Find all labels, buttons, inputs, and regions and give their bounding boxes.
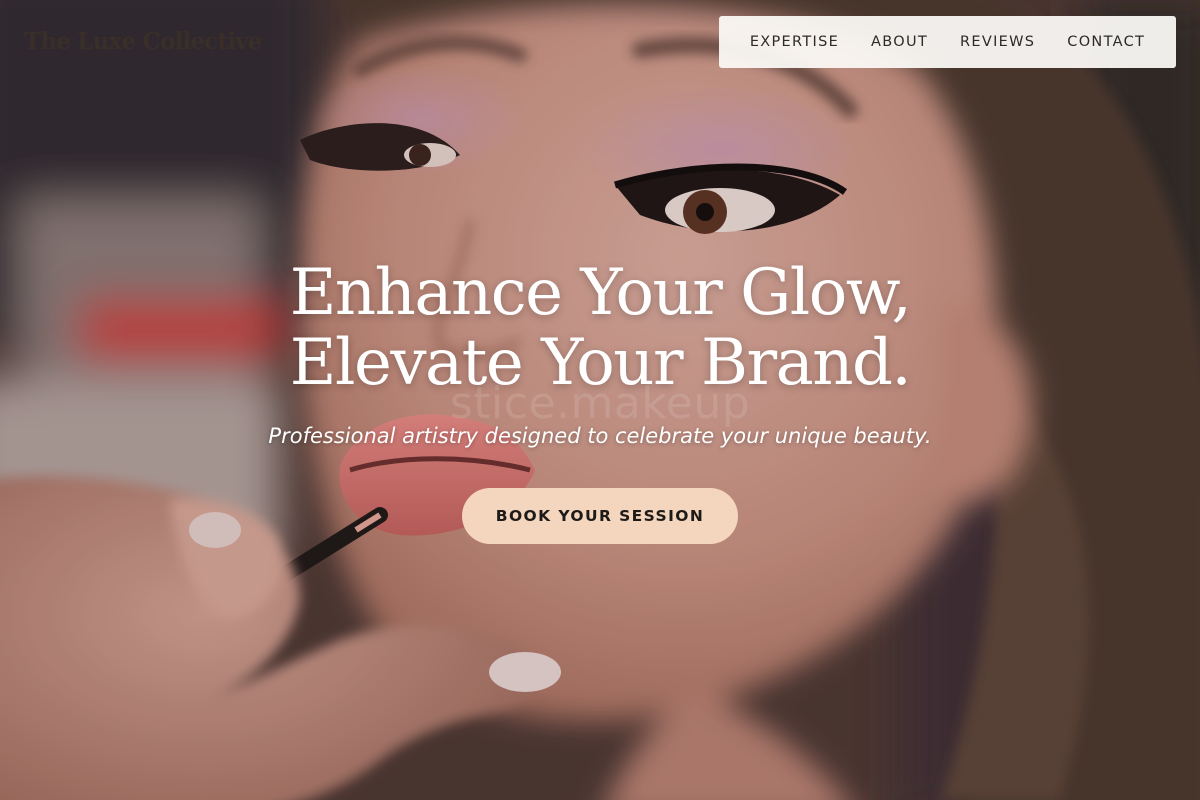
- book-session-button[interactable]: BOOK YOUR SESSION: [462, 488, 738, 544]
- image-watermark: stice.makeup: [449, 378, 751, 429]
- hero-heading-line-1: Enhance Your Glow,: [289, 256, 912, 330]
- nav-link-reviews[interactable]: REVIEWS: [960, 34, 1035, 50]
- main-navigation: EXPERTISE ABOUT REVIEWS CONTACT: [719, 16, 1176, 68]
- brand-logo[interactable]: The Luxe Collective: [24, 28, 262, 55]
- nav-link-contact[interactable]: CONTACT: [1067, 34, 1145, 50]
- hero-subheading: Professional artistry designed to celebr…: [268, 424, 932, 448]
- nav-link-about[interactable]: ABOUT: [871, 34, 928, 50]
- hero-heading: Enhance Your Glow, Elevate Your Brand.: [150, 258, 1050, 398]
- nav-link-expertise[interactable]: EXPERTISE: [750, 34, 839, 50]
